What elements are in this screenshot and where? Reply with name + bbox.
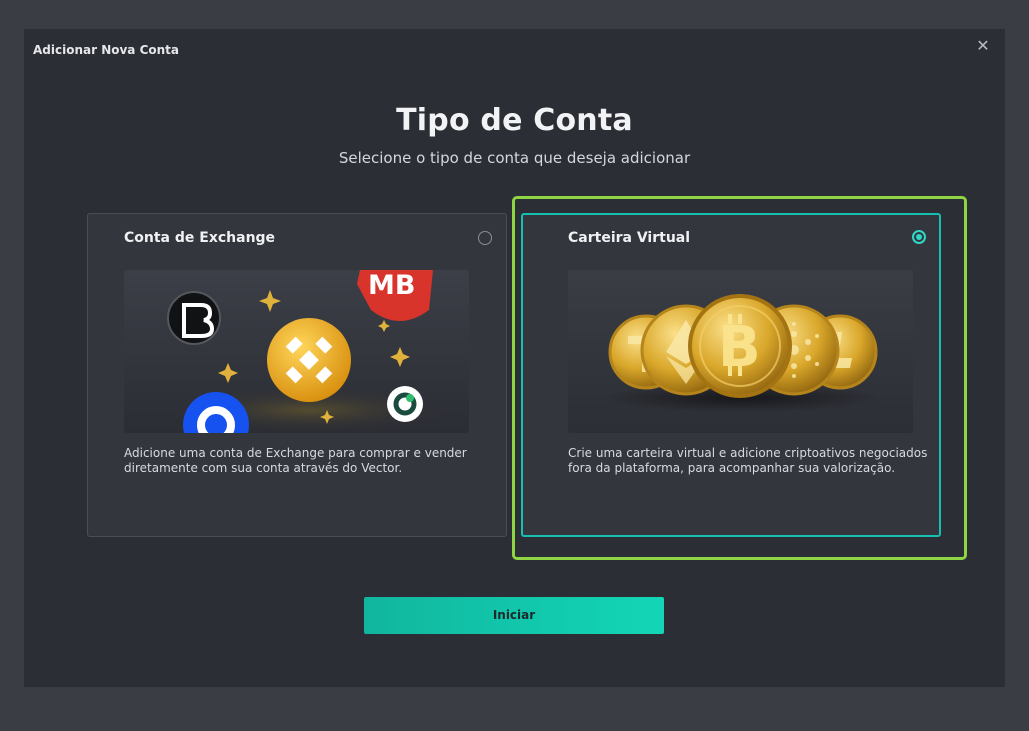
- dialog-title: Adicionar Nova Conta: [33, 43, 180, 57]
- wallet-option-title: Carteira Virtual: [568, 230, 691, 246]
- exchange-option-title: Conta de Exchange: [124, 230, 276, 246]
- page-subtitle: Selecione o tipo de conta que deseja adi…: [338, 149, 691, 167]
- wallet-option-description: Crie uma carteira virtual e adicione cri…: [568, 446, 928, 475]
- exchange-option-description: Adicione uma conta de Exchange para comp…: [124, 446, 467, 475]
- bitso-logo-icon: [167, 291, 221, 345]
- exchange-logos-illustration: MB: [124, 270, 469, 433]
- add-account-dialog: Adicionar Nova Conta ✕ Tipo de Conta Sel…: [24, 29, 1005, 687]
- mb-logo-icon: MB: [357, 270, 433, 321]
- exchange-coin-icon: [387, 386, 423, 422]
- close-icon[interactable]: ✕: [974, 37, 992, 55]
- wallet-radio-button[interactable]: [912, 230, 926, 244]
- exchange-account-option[interactable]: Conta de Exchange MB Adicione uma conta …: [87, 213, 507, 537]
- start-button[interactable]: Iniciar: [364, 597, 664, 634]
- bitcoin-coin-icon: B: [688, 294, 792, 398]
- crypto-coins-illustration: B: [568, 270, 913, 433]
- exchange-radio-button[interactable]: [478, 231, 492, 245]
- virtual-wallet-option[interactable]: Carteira Virtual B Crie uma carteira vir…: [521, 213, 941, 537]
- page-title: Tipo de Conta: [396, 103, 633, 138]
- svg-text:MB: MB: [368, 270, 415, 301]
- binance-logo-icon: [267, 318, 351, 402]
